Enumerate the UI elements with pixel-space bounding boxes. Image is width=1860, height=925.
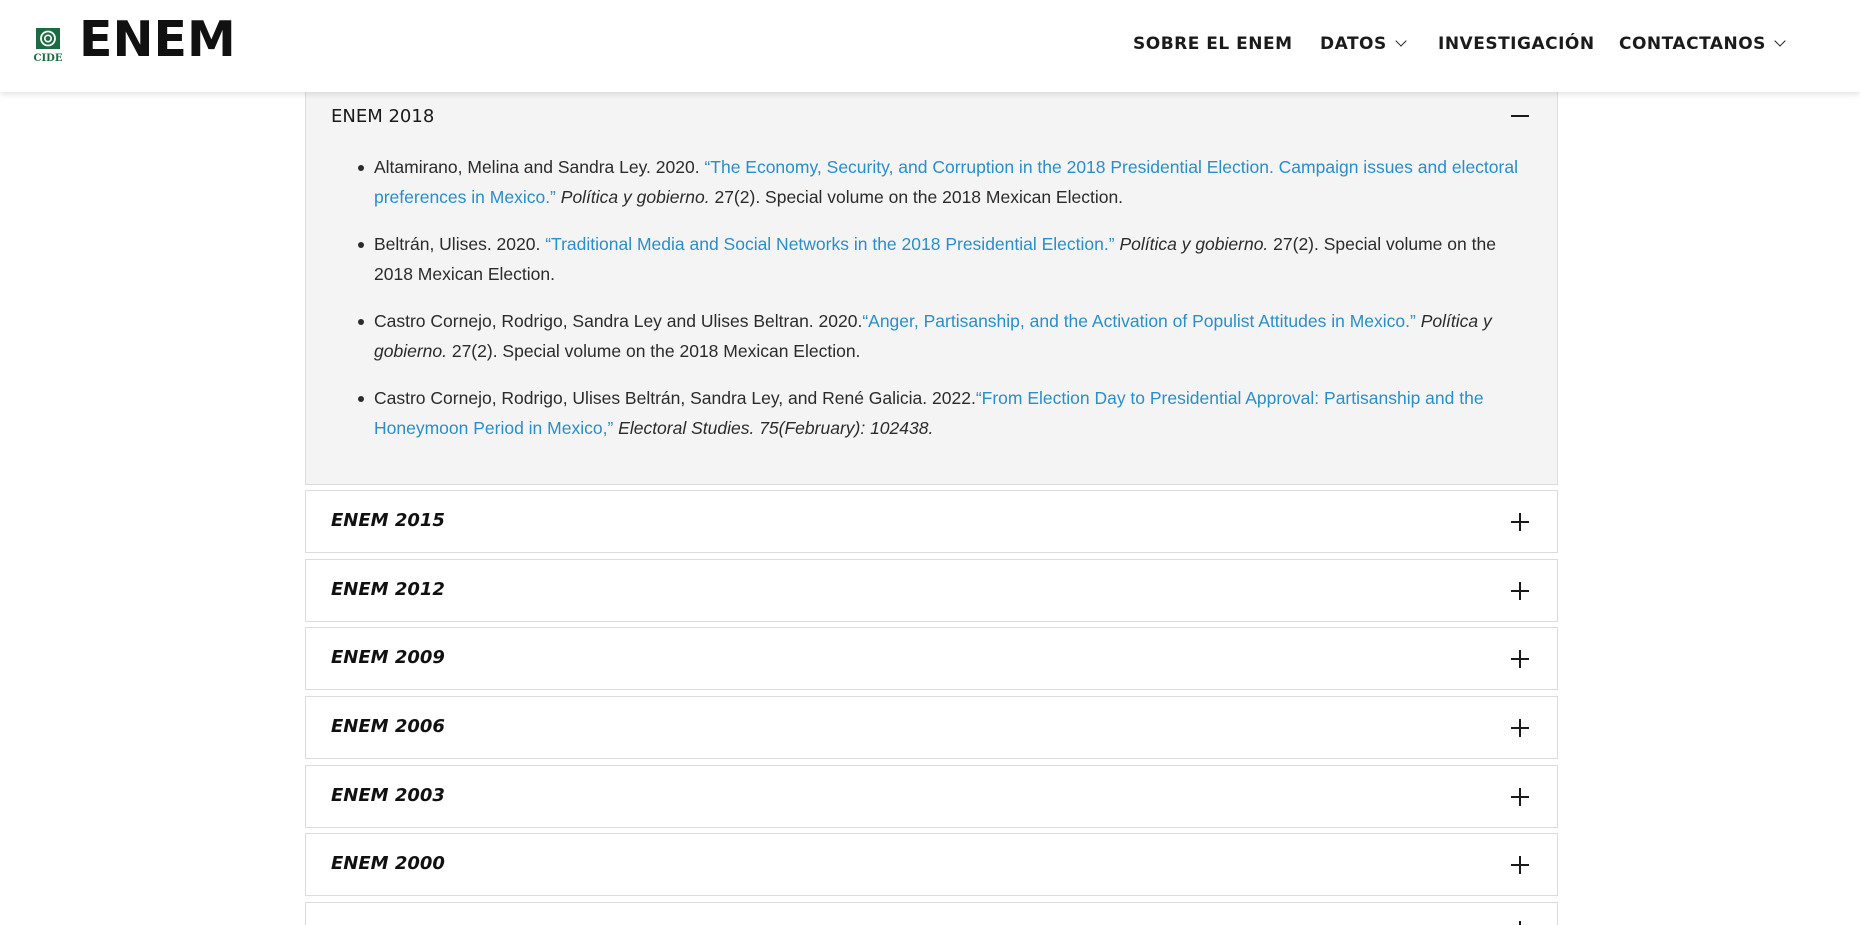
reference-item: Beltrán, Ulises. 2020. “Traditional Medi… — [358, 229, 1534, 289]
ref-journal: Política y gobierno. — [560, 187, 710, 207]
logo-text: CIDE — [34, 53, 63, 64]
expand-plus-icon[interactable] — [1511, 650, 1529, 668]
ref-authors: Beltrán, Ulises. 2020. — [374, 234, 546, 254]
accordion-title-open[interactable]: ENEM 2018 — [331, 106, 434, 127]
reference-item: Castro Cornejo, Rodrigo, Ulises Beltrán,… — [358, 383, 1534, 443]
reference-list: Altamirano, Melina and Sandra Ley. 2020.… — [358, 152, 1534, 460]
expand-plus-icon[interactable] — [1511, 856, 1529, 874]
ref-link[interactable]: “Traditional Media and Social Networks i… — [545, 234, 1114, 254]
reference-item: Castro Cornejo, Rodrigo, Sandra Ley and … — [358, 306, 1534, 366]
chevron-down-icon — [1395, 35, 1407, 47]
nav-datos[interactable]: DATOS — [1320, 32, 1407, 56]
expand-plus-icon[interactable] — [1511, 719, 1529, 737]
expand-plus-icon[interactable] — [1511, 788, 1529, 806]
accordion-item-2009[interactable]: ENEM 2009 — [305, 627, 1558, 690]
accordion-panel-open: ENEM 2018 Altamirano, Melina and Sandra … — [305, 92, 1558, 485]
accordion-item-2015[interactable]: ENEM 2015 — [305, 490, 1558, 553]
collapse-minus-icon[interactable] — [1511, 115, 1529, 117]
ref-authors: Castro Cornejo, Rodrigo, Sandra Ley and … — [374, 311, 863, 331]
accordion-item-2012[interactable]: ENEM 2012 — [305, 559, 1558, 622]
site-header: CIDE ENEM SOBRE EL ENEM DATOS INVESTIGAC… — [0, 0, 1860, 92]
accordion-title: ENEM 2015 — [331, 510, 445, 531]
ref-link[interactable]: “Anger, Partisanship, and the Activation… — [862, 311, 1416, 331]
nav-contactanos[interactable]: CONTACTANOS — [1619, 32, 1786, 56]
expand-plus-icon[interactable] — [1511, 582, 1529, 600]
site-brand[interactable]: ENEM — [79, 12, 236, 68]
ref-authors: Castro Cornejo, Rodrigo, Ulises Beltrán,… — [374, 388, 976, 408]
nav-sobre-label: SOBRE EL ENEM — [1133, 34, 1293, 54]
accordion-title: ENEM 2012 — [331, 579, 445, 600]
accordion-title: ENEM 2009 — [331, 647, 445, 668]
nav-contactanos-label: CONTACTANOS — [1619, 34, 1766, 54]
expand-plus-icon[interactable] — [1511, 513, 1529, 531]
nav-investigacion-label: INVESTIGACIÓN — [1438, 34, 1595, 54]
ref-journal: Política y gobierno. — [1119, 234, 1269, 254]
accordion-item-2003[interactable]: ENEM 2003 — [305, 765, 1558, 828]
accordion-title: ENEM 2000 — [331, 853, 445, 874]
accordion-item-2000[interactable]: ENEM 2000 — [305, 833, 1558, 896]
nav-datos-label: DATOS — [1320, 34, 1387, 54]
cide-logo-icon[interactable]: CIDE — [33, 26, 63, 64]
chevron-down-icon — [1774, 35, 1786, 47]
nav-sobre[interactable]: SOBRE EL ENEM — [1133, 32, 1293, 56]
accordion-title: ENEM 2003 — [331, 785, 445, 806]
ref-journal: Electoral Studies. 75(February): 102438. — [618, 418, 934, 438]
accordion-title: ENEM 2006 — [331, 716, 445, 737]
expand-plus-icon[interactable] — [1511, 921, 1529, 925]
reference-item: Altamirano, Melina and Sandra Ley. 2020.… — [358, 152, 1534, 212]
ref-rest: 27(2). Special volume on the 2018 Mexica… — [709, 187, 1124, 207]
nav-investigacion[interactable]: INVESTIGACIÓN — [1438, 32, 1595, 56]
ref-rest: 27(2). Special volume on the 2018 Mexica… — [446, 341, 861, 361]
accordion-item-partial[interactable] — [305, 902, 1558, 925]
ref-authors: Altamirano, Melina and Sandra Ley. 2020. — [374, 157, 705, 177]
accordion-item-2006[interactable]: ENEM 2006 — [305, 696, 1558, 759]
